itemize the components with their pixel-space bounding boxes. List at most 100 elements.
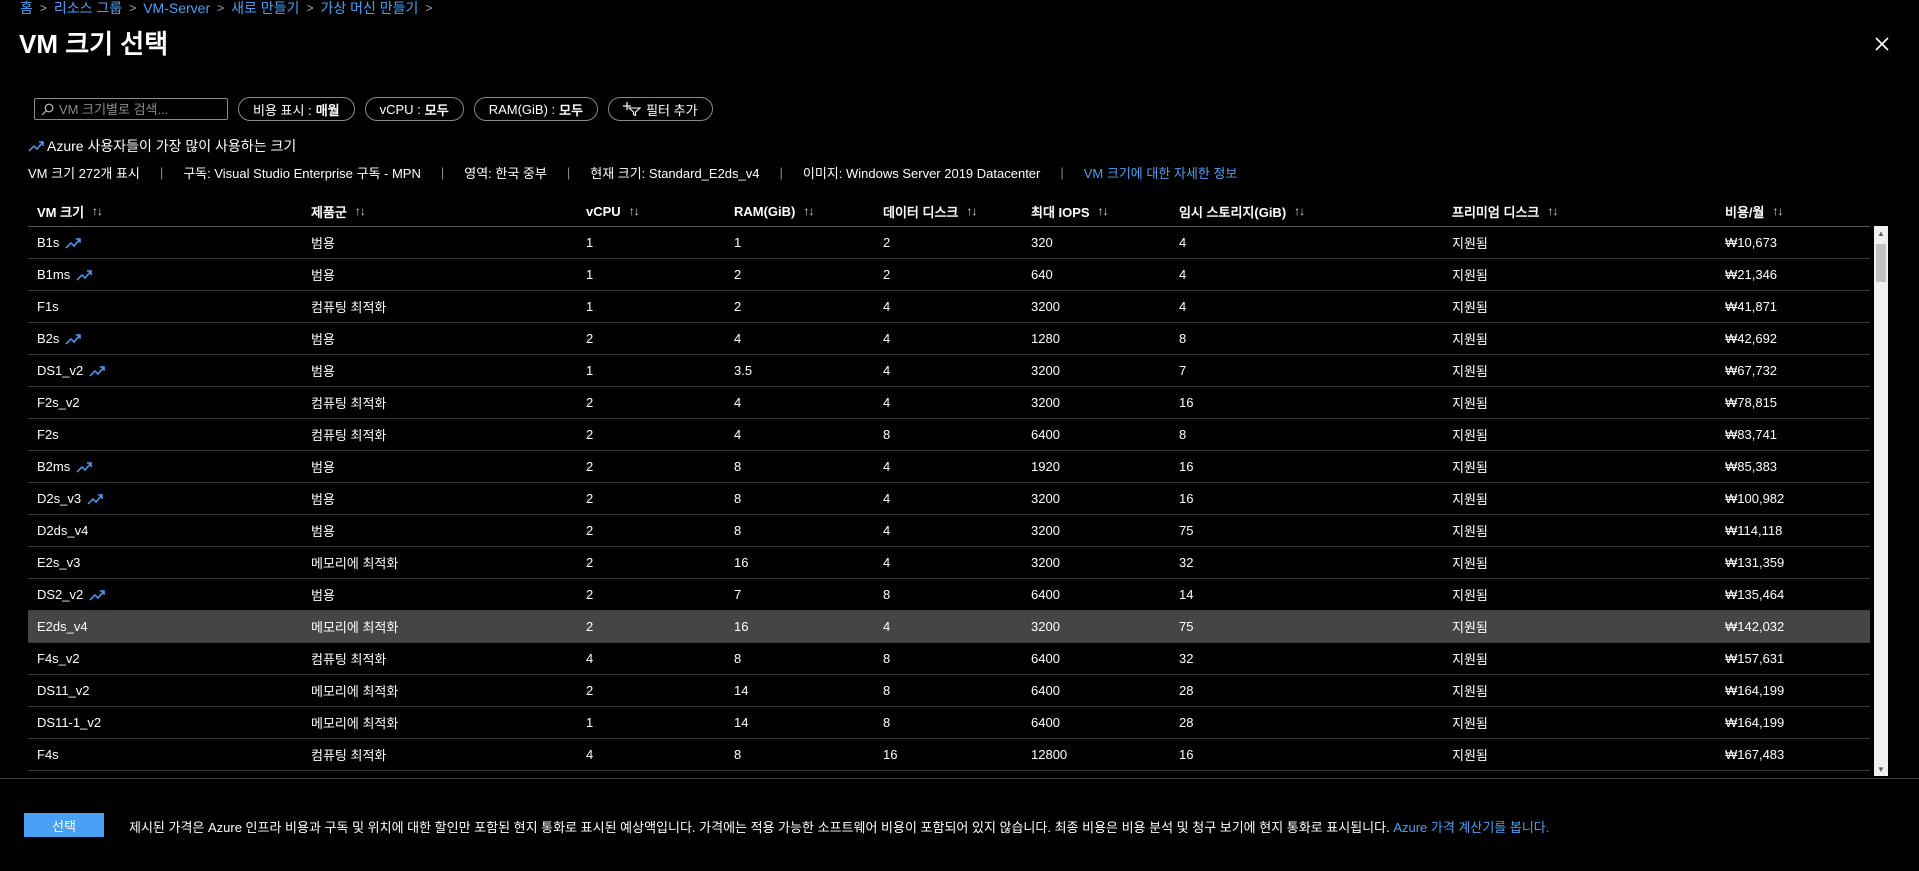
chevron-right-icon: > xyxy=(306,1,314,15)
select-button[interactable]: 선택 xyxy=(24,813,104,837)
cell-vcpu: 2 xyxy=(586,611,593,642)
table-row[interactable]: DS2_v2 범용 2 7 8 6400 14 지원됨 ₩135,464 xyxy=(28,579,1870,611)
breadcrumb-create-vm[interactable]: 가상 머신 만들기 xyxy=(320,0,418,18)
breadcrumb-server[interactable]: VM-Server xyxy=(143,0,210,16)
scroll-up-arrow-icon[interactable]: ▲ xyxy=(1874,226,1888,240)
cell-temp-storage: 4 xyxy=(1179,227,1186,258)
column-header-premium-disk[interactable]: 프리미엄 디스크 ↑↓ xyxy=(1452,196,1558,226)
add-filter-button[interactable]: 필터 추가 xyxy=(608,97,713,121)
cell-cost: ₩83,741 xyxy=(1725,419,1777,450)
cell-temp-storage: 32 xyxy=(1179,643,1193,674)
cell-ram: 4 xyxy=(734,323,741,354)
cell-data-disks: 8 xyxy=(883,419,890,450)
cell-text: 75 xyxy=(1179,619,1194,634)
cell-temp-storage: 8 xyxy=(1179,323,1186,354)
scroll-thumb[interactable] xyxy=(1876,244,1886,282)
cell-text: 8 xyxy=(1179,427,1187,442)
cell-text: 16 xyxy=(1179,747,1194,762)
vcpu-filter-label: vCPU : xyxy=(379,101,421,117)
table-row[interactable]: E2s_v3 메모리에 최적화 2 16 4 3200 32 지원됨 ₩131,359 xyxy=(28,547,1870,579)
cell-premium-disk: 지원됨 xyxy=(1452,291,1488,322)
table-row[interactable]: D2ds_v4 범용 2 8 4 3200 75 지원됨 ₩114,118 xyxy=(28,515,1870,547)
cell-text: 4 xyxy=(883,395,891,410)
cell-text: 4 xyxy=(1179,235,1187,250)
table-row[interactable]: D2s_v3 범용 2 8 4 3200 16 지원됨 ₩100,982 xyxy=(28,483,1870,515)
cell-vm-size: DS2_v2 xyxy=(37,579,105,610)
cell-text: 2 xyxy=(883,235,891,250)
table-row[interactable]: B2s 범용 2 4 4 1280 8 지원됨 ₩42,692 xyxy=(28,323,1870,355)
cell-text: 지원됨 xyxy=(1452,492,1488,507)
cell-text: B2ms xyxy=(37,459,71,474)
table-row[interactable]: B2ms 범용 2 8 4 1920 16 지원됨 ₩85,383 xyxy=(28,451,1870,483)
table-row[interactable]: B1s 범용 1 1 2 320 4 지원됨 ₩10,673 xyxy=(28,227,1870,259)
breadcrumb-home[interactable]: 홈 xyxy=(20,0,33,18)
cell-text: 16 xyxy=(1179,459,1194,474)
search-input[interactable] xyxy=(54,100,221,118)
cell-family: 메모리에 최적화 xyxy=(311,675,398,706)
column-header-temp-storage[interactable]: 임시 스토리지(GiB) ↑↓ xyxy=(1179,196,1305,226)
vertical-scrollbar[interactable]: ▲ ▼ xyxy=(1874,226,1888,776)
add-filter-label: 필터 추가 xyxy=(646,102,698,118)
column-header-max-iops[interactable]: 최대 IOPS ↑↓ xyxy=(1031,196,1109,226)
column-header-cost[interactable]: 비용/월 ↑↓ xyxy=(1725,196,1784,226)
table-row[interactable]: F4s 컴퓨팅 최적화 4 8 16 12800 16 지원됨 ₩167,483 xyxy=(28,739,1870,771)
breadcrumb-create[interactable]: 새로 만들기 xyxy=(231,0,299,18)
cell-text: ₩114,118 xyxy=(1725,523,1783,538)
cell-text: 4 xyxy=(883,459,891,474)
cell-cost: ₩167,483 xyxy=(1725,739,1784,770)
vcpu-filter[interactable]: vCPU : 모두 xyxy=(364,97,464,121)
cell-ram: 14 xyxy=(734,675,748,706)
cell-premium-disk: 지원됨 xyxy=(1452,579,1488,610)
column-header-vm-size[interactable]: VM 크기 ↑↓ xyxy=(37,196,103,226)
cell-family: 범용 xyxy=(311,355,335,386)
close-button[interactable] xyxy=(1868,30,1896,58)
cell-data-disks: 4 xyxy=(883,355,890,386)
price-calculator-link[interactable]: Azure 가격 계산기를 봅니다. xyxy=(1393,820,1549,835)
cell-max-iops: 6400 xyxy=(1031,579,1060,610)
table-row[interactable]: DS11-1_v2 메모리에 최적화 1 14 8 6400 28 지원됨 ₩164,199 xyxy=(28,707,1870,739)
ram-filter-label: RAM(GiB) : xyxy=(488,101,556,117)
cell-text: 2 xyxy=(586,459,594,474)
table-row[interactable]: F1s 컴퓨팅 최적화 1 2 4 3200 4 지원됨 ₩41,871 xyxy=(28,291,1870,323)
column-header-ram[interactable]: RAM(GiB) ↑↓ xyxy=(734,196,814,226)
cell-temp-storage: 16 xyxy=(1179,451,1193,482)
column-header-vcpu[interactable]: vCPU ↑↓ xyxy=(586,196,640,226)
cell-text: 14 xyxy=(734,683,749,698)
cell-family: 메모리에 최적화 xyxy=(311,611,398,642)
scroll-down-arrow-icon[interactable]: ▼ xyxy=(1874,762,1888,776)
cell-text: 3200 xyxy=(1031,395,1060,410)
table-row[interactable]: F2s_v2 컴퓨팅 최적화 2 4 4 3200 16 지원됨 ₩78,815 xyxy=(28,387,1870,419)
table-row[interactable]: DS11_v2 메모리에 최적화 2 14 8 6400 28 지원됨 ₩164,199 xyxy=(28,675,1870,707)
table-row[interactable]: F4s_v2 컴퓨팅 최적화 4 8 8 6400 32 지원됨 ₩157,631 xyxy=(28,643,1870,675)
cell-premium-disk: 지원됨 xyxy=(1452,259,1488,290)
sort-icon: ↑↓ xyxy=(1097,204,1109,218)
table-row[interactable]: E2ds_v4 메모리에 최적화 2 16 4 3200 75 지원됨 ₩142,032 xyxy=(28,611,1870,643)
cell-text: DS2_v2 xyxy=(37,587,84,602)
cell-text: 4 xyxy=(734,427,742,442)
cell-temp-storage: 28 xyxy=(1179,707,1193,738)
cell-text: 2 xyxy=(586,683,594,698)
cell-max-iops: 1920 xyxy=(1031,451,1060,482)
cost-filter-value: 매월 xyxy=(315,102,340,118)
search-box xyxy=(34,98,228,120)
cell-text: 2 xyxy=(586,331,594,346)
cell-premium-disk: 지원됨 xyxy=(1452,419,1488,450)
cell-text: 8 xyxy=(883,587,891,602)
cell-temp-storage: 4 xyxy=(1179,291,1186,322)
column-header-data-disks[interactable]: 데이터 디스크 ↑↓ xyxy=(883,196,977,226)
table-row[interactable]: B1ms 범용 1 2 2 640 4 지원됨 ₩21,346 xyxy=(28,259,1870,291)
cell-text: 범용 xyxy=(311,460,335,475)
cell-vcpu: 1 xyxy=(586,355,593,386)
cell-data-disks: 4 xyxy=(883,611,890,642)
info-row: VM 크기 272개 표시 | 구독: Visual Studio Enterp… xyxy=(28,163,1237,182)
table-row[interactable]: DS1_v2 범용 1 3.5 4 3200 7 지원됨 ₩67,732 xyxy=(28,355,1870,387)
cost-display-filter[interactable]: 비용 표시 : 매월 xyxy=(238,97,355,121)
cell-text: 범용 xyxy=(311,332,335,347)
trending-icon xyxy=(76,269,92,281)
more-info-link[interactable]: VM 크기에 대한 자세한 정보 xyxy=(1084,163,1238,182)
table-row[interactable]: F2s 컴퓨팅 최적화 2 4 8 6400 8 지원됨 ₩83,741 xyxy=(28,419,1870,451)
cell-text: 메모리에 최적화 xyxy=(311,684,399,699)
breadcrumb-resource-group[interactable]: 리소스 그룹 xyxy=(54,0,122,18)
column-header-family[interactable]: 제품군 ↑↓ xyxy=(311,196,366,226)
ram-filter[interactable]: RAM(GiB) : 모두 xyxy=(473,97,599,121)
